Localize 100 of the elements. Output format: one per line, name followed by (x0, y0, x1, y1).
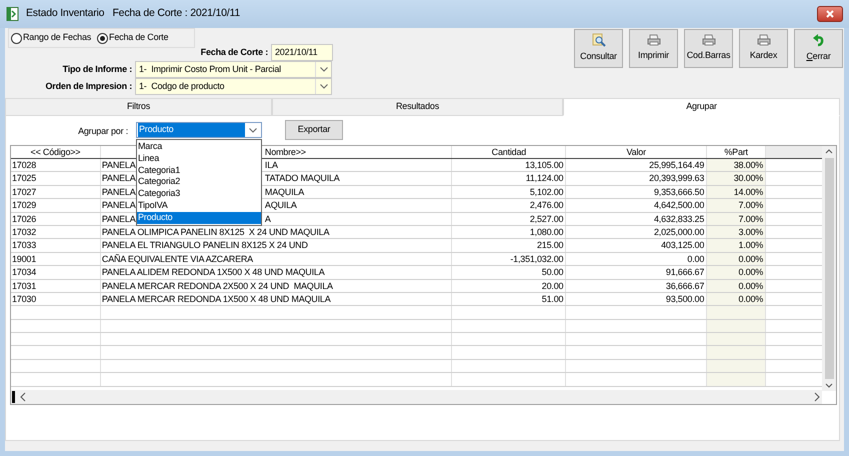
tab[interactable]: Filtros (5, 98, 272, 116)
empty-cell (707, 320, 766, 332)
table-cell: 0.00 (687, 252, 704, 266)
button-label: Imprimir (638, 49, 669, 62)
table-cell: 0.00% (738, 280, 764, 293)
export-button[interactable]: Exportar (285, 120, 343, 140)
column-header[interactable]: << Código>> (11, 146, 100, 158)
combo-box[interactable]: 1- Imprimir Costo Prom Unit - Parcial (135, 61, 332, 78)
radio-button[interactable] (11, 32, 22, 44)
table-cell: 51.00 (542, 292, 564, 306)
toolbar-button[interactable]: Cod.Barras (684, 29, 733, 68)
table-cell: PANELA (102, 186, 136, 199)
table-cell: TATADO MAQUILA (264, 172, 340, 186)
toolbar-button[interactable]: Imprimir (629, 29, 678, 68)
table-cell: 4,632,833.25 (654, 212, 704, 226)
window-title: Estado Inventario Fecha de Corte : 2021/10/11 (26, 6, 240, 22)
table-cell: 20,393,999.63 (649, 172, 704, 186)
vertical-scrollbar[interactable] (822, 146, 836, 391)
column-header[interactable]: %Part (707, 146, 766, 158)
magnifier-icon (592, 33, 606, 48)
table-cell: PANELA OLIMPICA PANELIN 8X125 X 24 UND MAQUILA (102, 226, 330, 239)
column-header[interactable]: Nombre>> (264, 146, 306, 158)
table-cell: 9,353,666.50 (654, 186, 704, 199)
column-header[interactable]: Valor (566, 146, 706, 158)
column-header[interactable]: Cantidad (452, 146, 566, 158)
date-field[interactable]: 2021/10/11 (271, 44, 333, 61)
table-cell: 20.00 (542, 280, 564, 293)
empty-row[interactable] (11, 333, 822, 346)
field-label: Agrupar por : (78, 125, 128, 138)
table-cell: 91,666.67 (666, 266, 704, 280)
table-cell: 17028 (12, 159, 36, 172)
table-row[interactable]: 19001 CAÑA EQUIVALENTE VIA AZCARERA -1,351,032.00 0.00 0.00% (11, 252, 822, 266)
radio-button[interactable] (97, 32, 108, 44)
dropdown-option[interactable]: Categoria3 (137, 188, 261, 200)
empty-cell (707, 306, 766, 319)
field-label: Tipo de Informe : (62, 62, 133, 76)
table-cell: AQUILA (264, 199, 297, 212)
app-icon (6, 7, 20, 21)
table-cell: 2,476.00 (530, 199, 564, 212)
scroll-thumb[interactable] (12, 391, 15, 403)
table-cell: 17031 (12, 280, 36, 293)
table-cell: 30.00% (734, 172, 764, 186)
printer-icon (646, 34, 660, 46)
table-cell: PANELA (102, 172, 136, 186)
table-cell: 17032 (12, 226, 36, 239)
toolbar-button[interactable]: Kardex (739, 29, 788, 68)
table-row[interactable]: 17033 PANELA EL TRIANGULO PANELIN 8X125 X 24 UND 215.00 403,125.00 1.00% (11, 239, 822, 253)
table-cell: 17034 (12, 266, 36, 280)
table-cell: 4,642,500.00 (654, 199, 704, 212)
table-cell: 0.00% (738, 252, 764, 266)
horizontal-scrollbar[interactable] (11, 390, 822, 404)
radio-option[interactable]: Rango de Fechas (11, 31, 92, 45)
table-cell: 403,125.00 (661, 239, 704, 252)
caret-icon (320, 67, 328, 72)
dropdown-option[interactable]: Categoria2 (137, 176, 261, 188)
table-cell: PANELA (102, 159, 136, 172)
table-row[interactable]: 17031 PANELA MERCAR REDONDA 2X500 X 24 UND MAQUILA 20.00 36,666.67 0.00% (11, 280, 822, 293)
tab[interactable]: Resultados (272, 98, 563, 116)
scroll-left-icon (19, 392, 27, 402)
table-cell: 3.00% (738, 226, 764, 239)
empty-row[interactable] (11, 373, 822, 387)
table-cell: PANELA EL TRIANGULO PANELIN 8X125 X 24 UND (102, 239, 308, 252)
empty-row[interactable] (11, 306, 822, 320)
combo-box[interactable]: 1- Codgo de producto (135, 78, 332, 95)
table-cell: 13,105.00 (525, 159, 564, 172)
empty-row[interactable] (11, 346, 822, 360)
empty-row[interactable] (11, 360, 822, 374)
radio-option[interactable]: Fecha de Corte (97, 31, 168, 45)
empty-cell (707, 373, 766, 386)
printer-icon (756, 34, 770, 46)
toolbar-button[interactable]: Consultar (574, 29, 623, 68)
caret-icon (249, 128, 257, 132)
toolbar-button[interactable]: Cerrar (794, 29, 843, 68)
table-row[interactable]: 17030 PANELA MERCAR REDONDA 1X500 X 48 UND MAQUILA 51.00 93,500.00 0.00% (11, 292, 822, 306)
table-cell: 0.00% (738, 292, 764, 306)
table-cell: 1,080.00 (530, 226, 564, 239)
dropdown-option[interactable]: TipoIVA (137, 200, 261, 212)
table-cell: 19001 (12, 252, 36, 266)
table-cell: 7.00% (738, 212, 764, 226)
table-cell: 36,666.67 (666, 280, 704, 293)
table-cell: 17029 (12, 199, 36, 212)
table-cell: 2,527.00 (530, 212, 564, 226)
table-row[interactable]: 17034 PANELA ALIDEM REDONDA 1X500 X 48 UND MAQUILA 50.00 91,666.67 0.00% (11, 266, 822, 280)
group-by-combo[interactable]: Producto (136, 122, 262, 138)
table-cell: 38.00% (734, 159, 764, 172)
table-cell: CAÑA EQUIVALENTE VIA AZCARERA (102, 252, 253, 266)
scroll-thumb[interactable] (824, 158, 834, 379)
table-cell: 93,500.00 (666, 292, 704, 306)
dropdown-option[interactable]: Marca (137, 141, 261, 153)
tab[interactable]: Agrupar (563, 98, 840, 116)
scroll-right-icon (813, 392, 821, 402)
button-label: Cod.Barras (686, 49, 730, 62)
table-cell: 7.00% (738, 199, 764, 212)
table-cell: PANELA MERCAR REDONDA 2X500 X 24 UND MAQUILA (102, 280, 333, 293)
close-button[interactable] (817, 6, 843, 22)
field-label: Fecha de Corte : (200, 46, 269, 59)
dropdown-option[interactable]: Producto (137, 212, 261, 224)
empty-row[interactable] (11, 320, 822, 334)
field-label: Orden de Impresion : (44, 80, 133, 93)
table-cell: 11,124.00 (526, 172, 564, 186)
